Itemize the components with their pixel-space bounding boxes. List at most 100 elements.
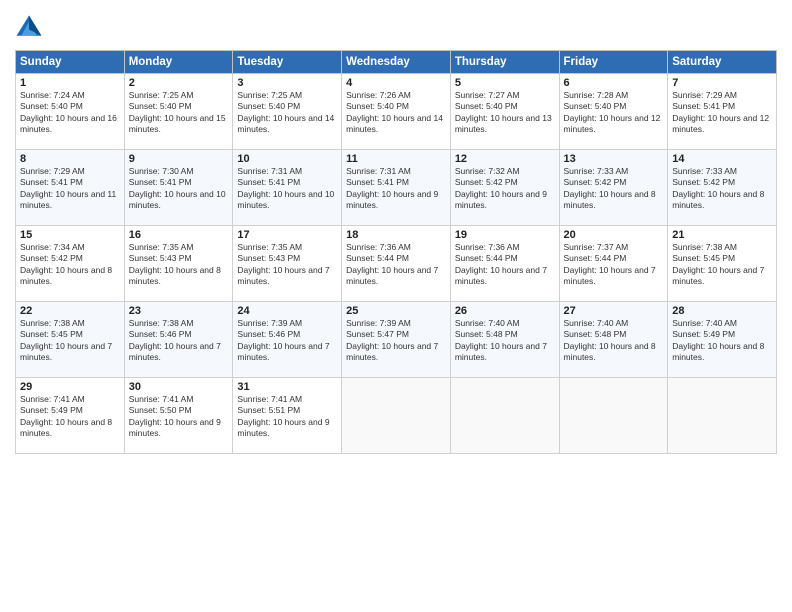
calendar-cell: 27Sunrise: 7:40 AMSunset: 5:48 PMDayligh… <box>559 302 668 378</box>
calendar-cell: 13Sunrise: 7:33 AMSunset: 5:42 PMDayligh… <box>559 150 668 226</box>
cell-info: Sunrise: 7:34 AMSunset: 5:42 PMDaylight:… <box>20 242 120 288</box>
day-number: 22 <box>20 305 120 317</box>
col-header-monday: Monday <box>124 51 233 74</box>
cell-info: Sunrise: 7:26 AMSunset: 5:40 PMDaylight:… <box>346 90 446 136</box>
calendar-cell: 18Sunrise: 7:36 AMSunset: 5:44 PMDayligh… <box>342 226 451 302</box>
day-number: 3 <box>237 77 337 89</box>
calendar-table: SundayMondayTuesdayWednesdayThursdayFrid… <box>15 50 777 454</box>
header <box>15 10 777 42</box>
cell-info: Sunrise: 7:27 AMSunset: 5:40 PMDaylight:… <box>455 90 555 136</box>
day-number: 2 <box>129 77 229 89</box>
cell-info: Sunrise: 7:35 AMSunset: 5:43 PMDaylight:… <box>237 242 337 288</box>
col-header-tuesday: Tuesday <box>233 51 342 74</box>
calendar-cell: 31Sunrise: 7:41 AMSunset: 5:51 PMDayligh… <box>233 378 342 454</box>
calendar-cell: 4Sunrise: 7:26 AMSunset: 5:40 PMDaylight… <box>342 74 451 150</box>
cell-info: Sunrise: 7:31 AMSunset: 5:41 PMDaylight:… <box>346 166 446 212</box>
cell-info: Sunrise: 7:28 AMSunset: 5:40 PMDaylight:… <box>564 90 664 136</box>
cell-info: Sunrise: 7:39 AMSunset: 5:47 PMDaylight:… <box>346 318 446 364</box>
calendar-cell: 11Sunrise: 7:31 AMSunset: 5:41 PMDayligh… <box>342 150 451 226</box>
main-container: SundayMondayTuesdayWednesdayThursdayFrid… <box>0 0 792 464</box>
logo <box>15 14 47 42</box>
calendar-cell: 15Sunrise: 7:34 AMSunset: 5:42 PMDayligh… <box>16 226 125 302</box>
calendar-cell <box>559 378 668 454</box>
calendar-cell: 30Sunrise: 7:41 AMSunset: 5:50 PMDayligh… <box>124 378 233 454</box>
calendar-cell: 22Sunrise: 7:38 AMSunset: 5:45 PMDayligh… <box>16 302 125 378</box>
cell-info: Sunrise: 7:38 AMSunset: 5:45 PMDaylight:… <box>672 242 772 288</box>
calendar-cell: 8Sunrise: 7:29 AMSunset: 5:41 PMDaylight… <box>16 150 125 226</box>
cell-info: Sunrise: 7:25 AMSunset: 5:40 PMDaylight:… <box>237 90 337 136</box>
calendar-week-3: 15Sunrise: 7:34 AMSunset: 5:42 PMDayligh… <box>16 226 777 302</box>
calendar-cell: 3Sunrise: 7:25 AMSunset: 5:40 PMDaylight… <box>233 74 342 150</box>
col-header-saturday: Saturday <box>668 51 777 74</box>
calendar-cell: 14Sunrise: 7:33 AMSunset: 5:42 PMDayligh… <box>668 150 777 226</box>
day-number: 26 <box>455 305 555 317</box>
day-number: 27 <box>564 305 664 317</box>
day-number: 4 <box>346 77 446 89</box>
calendar-cell: 2Sunrise: 7:25 AMSunset: 5:40 PMDaylight… <box>124 74 233 150</box>
day-number: 24 <box>237 305 337 317</box>
col-header-sunday: Sunday <box>16 51 125 74</box>
logo-icon <box>15 14 43 42</box>
calendar-cell: 21Sunrise: 7:38 AMSunset: 5:45 PMDayligh… <box>668 226 777 302</box>
cell-info: Sunrise: 7:40 AMSunset: 5:49 PMDaylight:… <box>672 318 772 364</box>
cell-info: Sunrise: 7:29 AMSunset: 5:41 PMDaylight:… <box>20 166 120 212</box>
cell-info: Sunrise: 7:24 AMSunset: 5:40 PMDaylight:… <box>20 90 120 136</box>
cell-info: Sunrise: 7:30 AMSunset: 5:41 PMDaylight:… <box>129 166 229 212</box>
cell-info: Sunrise: 7:36 AMSunset: 5:44 PMDaylight:… <box>455 242 555 288</box>
day-number: 21 <box>672 229 772 241</box>
cell-info: Sunrise: 7:40 AMSunset: 5:48 PMDaylight:… <box>455 318 555 364</box>
cell-info: Sunrise: 7:41 AMSunset: 5:51 PMDaylight:… <box>237 394 337 440</box>
cell-info: Sunrise: 7:39 AMSunset: 5:46 PMDaylight:… <box>237 318 337 364</box>
cell-info: Sunrise: 7:38 AMSunset: 5:46 PMDaylight:… <box>129 318 229 364</box>
calendar-cell: 23Sunrise: 7:38 AMSunset: 5:46 PMDayligh… <box>124 302 233 378</box>
day-number: 7 <box>672 77 772 89</box>
calendar-cell <box>342 378 451 454</box>
day-number: 11 <box>346 153 446 165</box>
day-number: 6 <box>564 77 664 89</box>
calendar-cell: 28Sunrise: 7:40 AMSunset: 5:49 PMDayligh… <box>668 302 777 378</box>
cell-info: Sunrise: 7:33 AMSunset: 5:42 PMDaylight:… <box>564 166 664 212</box>
calendar-week-2: 8Sunrise: 7:29 AMSunset: 5:41 PMDaylight… <box>16 150 777 226</box>
calendar-cell: 20Sunrise: 7:37 AMSunset: 5:44 PMDayligh… <box>559 226 668 302</box>
calendar-cell: 29Sunrise: 7:41 AMSunset: 5:49 PMDayligh… <box>16 378 125 454</box>
day-number: 14 <box>672 153 772 165</box>
day-number: 23 <box>129 305 229 317</box>
calendar-week-4: 22Sunrise: 7:38 AMSunset: 5:45 PMDayligh… <box>16 302 777 378</box>
day-number: 15 <box>20 229 120 241</box>
calendar-cell: 24Sunrise: 7:39 AMSunset: 5:46 PMDayligh… <box>233 302 342 378</box>
day-number: 18 <box>346 229 446 241</box>
cell-info: Sunrise: 7:41 AMSunset: 5:50 PMDaylight:… <box>129 394 229 440</box>
calendar-cell: 25Sunrise: 7:39 AMSunset: 5:47 PMDayligh… <box>342 302 451 378</box>
cell-info: Sunrise: 7:36 AMSunset: 5:44 PMDaylight:… <box>346 242 446 288</box>
col-header-wednesday: Wednesday <box>342 51 451 74</box>
day-number: 28 <box>672 305 772 317</box>
day-number: 20 <box>564 229 664 241</box>
day-number: 25 <box>346 305 446 317</box>
day-number: 31 <box>237 381 337 393</box>
day-number: 12 <box>455 153 555 165</box>
calendar-cell: 9Sunrise: 7:30 AMSunset: 5:41 PMDaylight… <box>124 150 233 226</box>
day-number: 1 <box>20 77 120 89</box>
calendar-cell <box>668 378 777 454</box>
day-number: 30 <box>129 381 229 393</box>
day-number: 10 <box>237 153 337 165</box>
day-number: 13 <box>564 153 664 165</box>
day-number: 19 <box>455 229 555 241</box>
day-number: 29 <box>20 381 120 393</box>
cell-info: Sunrise: 7:32 AMSunset: 5:42 PMDaylight:… <box>455 166 555 212</box>
calendar-week-5: 29Sunrise: 7:41 AMSunset: 5:49 PMDayligh… <box>16 378 777 454</box>
calendar-week-1: 1Sunrise: 7:24 AMSunset: 5:40 PMDaylight… <box>16 74 777 150</box>
cell-info: Sunrise: 7:31 AMSunset: 5:41 PMDaylight:… <box>237 166 337 212</box>
header-row: SundayMondayTuesdayWednesdayThursdayFrid… <box>16 51 777 74</box>
calendar-cell: 19Sunrise: 7:36 AMSunset: 5:44 PMDayligh… <box>450 226 559 302</box>
col-header-friday: Friday <box>559 51 668 74</box>
calendar-cell: 12Sunrise: 7:32 AMSunset: 5:42 PMDayligh… <box>450 150 559 226</box>
calendar-cell: 16Sunrise: 7:35 AMSunset: 5:43 PMDayligh… <box>124 226 233 302</box>
day-number: 9 <box>129 153 229 165</box>
cell-info: Sunrise: 7:40 AMSunset: 5:48 PMDaylight:… <box>564 318 664 364</box>
calendar-cell: 10Sunrise: 7:31 AMSunset: 5:41 PMDayligh… <box>233 150 342 226</box>
cell-info: Sunrise: 7:33 AMSunset: 5:42 PMDaylight:… <box>672 166 772 212</box>
col-header-thursday: Thursday <box>450 51 559 74</box>
calendar-cell: 7Sunrise: 7:29 AMSunset: 5:41 PMDaylight… <box>668 74 777 150</box>
cell-info: Sunrise: 7:29 AMSunset: 5:41 PMDaylight:… <box>672 90 772 136</box>
